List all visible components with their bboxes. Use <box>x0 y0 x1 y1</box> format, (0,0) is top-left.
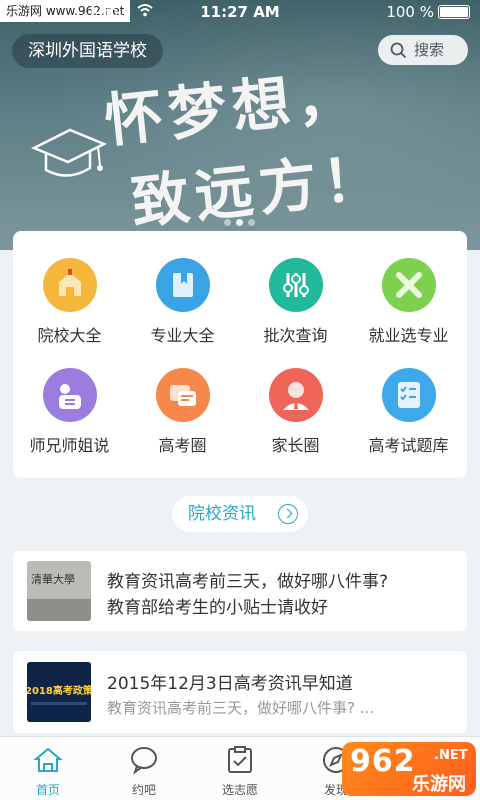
status-bar: 乐游网 www.962.net ium 11:27 AM 100 % <box>0 0 480 24</box>
thumb-caption: 清華大學 <box>31 572 75 586</box>
grid-item-majors[interactable]: 专业大全 <box>126 231 239 345</box>
grid-item-universities[interactable]: 院校大全 <box>13 231 126 345</box>
battery-percent: 100 % <box>386 3 434 21</box>
news-title-line-2: 教育部给考生的小贴士请收好 <box>107 598 328 618</box>
search-button[interactable]: 搜索 <box>378 35 468 65</box>
clipboard-check-icon <box>228 746 252 773</box>
banner-pagination[interactable] <box>224 211 260 230</box>
parent-icon <box>268 368 323 422</box>
message-icon <box>155 368 210 422</box>
tab-home[interactable]: 首页 <box>0 737 96 800</box>
thumb-caption: 2018高考政策 <box>27 684 91 697</box>
grid-label: 高考试题库 <box>368 436 449 455</box>
tab-label: 首页 <box>35 783 60 797</box>
tab-meetup[interactable]: 约吧 <box>96 737 192 800</box>
grid-item-senior-talk[interactable]: 师兄师姐说 <box>13 341 126 455</box>
search-icon <box>390 42 407 59</box>
pagination-dot[interactable] <box>248 219 255 226</box>
news-subtitle: 教育资讯高考前三天，做好哪八件事? ... <box>107 699 375 717</box>
news-item[interactable]: 2018高考政策 2015年12月3日高考资讯早知道 教育资讯高考前三天，做好哪… <box>13 651 467 733</box>
grid-item-batch-query[interactable]: 批次查询 <box>239 231 352 345</box>
news-item[interactable]: 清華大學 教育资讯高考前三天，做好哪八件事? 教育部给考生的小贴士请收好 <box>13 551 467 631</box>
grid-label: 高考圈 <box>158 436 207 455</box>
search-label: 搜索 <box>414 41 445 59</box>
checklist-icon <box>381 368 436 422</box>
home-icon <box>33 747 63 772</box>
chevron-right-icon <box>278 504 298 524</box>
watermark-logo: 962 .NET 乐游网 <box>342 742 476 796</box>
school-selector[interactable]: 深圳外国语学校 <box>12 34 163 68</box>
section-news-button[interactable]: 院校资讯 <box>172 496 308 532</box>
tab-label: 选志愿 <box>221 783 258 797</box>
tab-choose-major[interactable]: 选志愿 <box>192 737 288 800</box>
news-title: 2015年12月3日高考资讯早知道 <box>107 674 353 694</box>
grid-label: 师兄师姐说 <box>29 436 110 455</box>
grid-item-career-majors[interactable]: 就业选专业 <box>352 231 465 345</box>
graduation-cap-icon <box>30 128 108 177</box>
grid-item-parent-circle[interactable]: 家长圈 <box>239 341 352 455</box>
tools-icon <box>381 258 436 312</box>
book-icon <box>155 258 210 312</box>
pagination-dot-active[interactable] <box>236 219 243 226</box>
pagination-dot[interactable] <box>224 219 231 226</box>
chat-people-icon <box>42 368 97 422</box>
watermark-sub: 乐游网 <box>412 774 466 795</box>
sliders-icon <box>268 258 323 312</box>
university-icon <box>42 258 97 312</box>
grid-item-question-bank[interactable]: 高考试题库 <box>352 341 465 455</box>
watermark-number: 962 <box>350 744 416 779</box>
section-title: 院校资讯 <box>188 504 256 524</box>
grid-label: 家长圈 <box>271 436 320 455</box>
news-thumbnail: 2018高考政策 <box>27 662 91 722</box>
battery-icon <box>438 5 470 19</box>
tab-label: 约吧 <box>131 783 156 797</box>
news-title-line-1: 教育资讯高考前三天，做好哪八件事? <box>107 572 389 592</box>
grid-item-exam-circle[interactable]: 高考圈 <box>126 341 239 455</box>
news-thumbnail: 清華大學 <box>27 561 91 621</box>
watermark-suffix: .NET <box>434 748 468 763</box>
chat-bubble-icon <box>131 747 157 775</box>
function-grid: 院校大全 专业大全 批次查询 就业选专业 师兄师姐说 高考圈 家长圈 高考试题库 <box>13 231 467 478</box>
